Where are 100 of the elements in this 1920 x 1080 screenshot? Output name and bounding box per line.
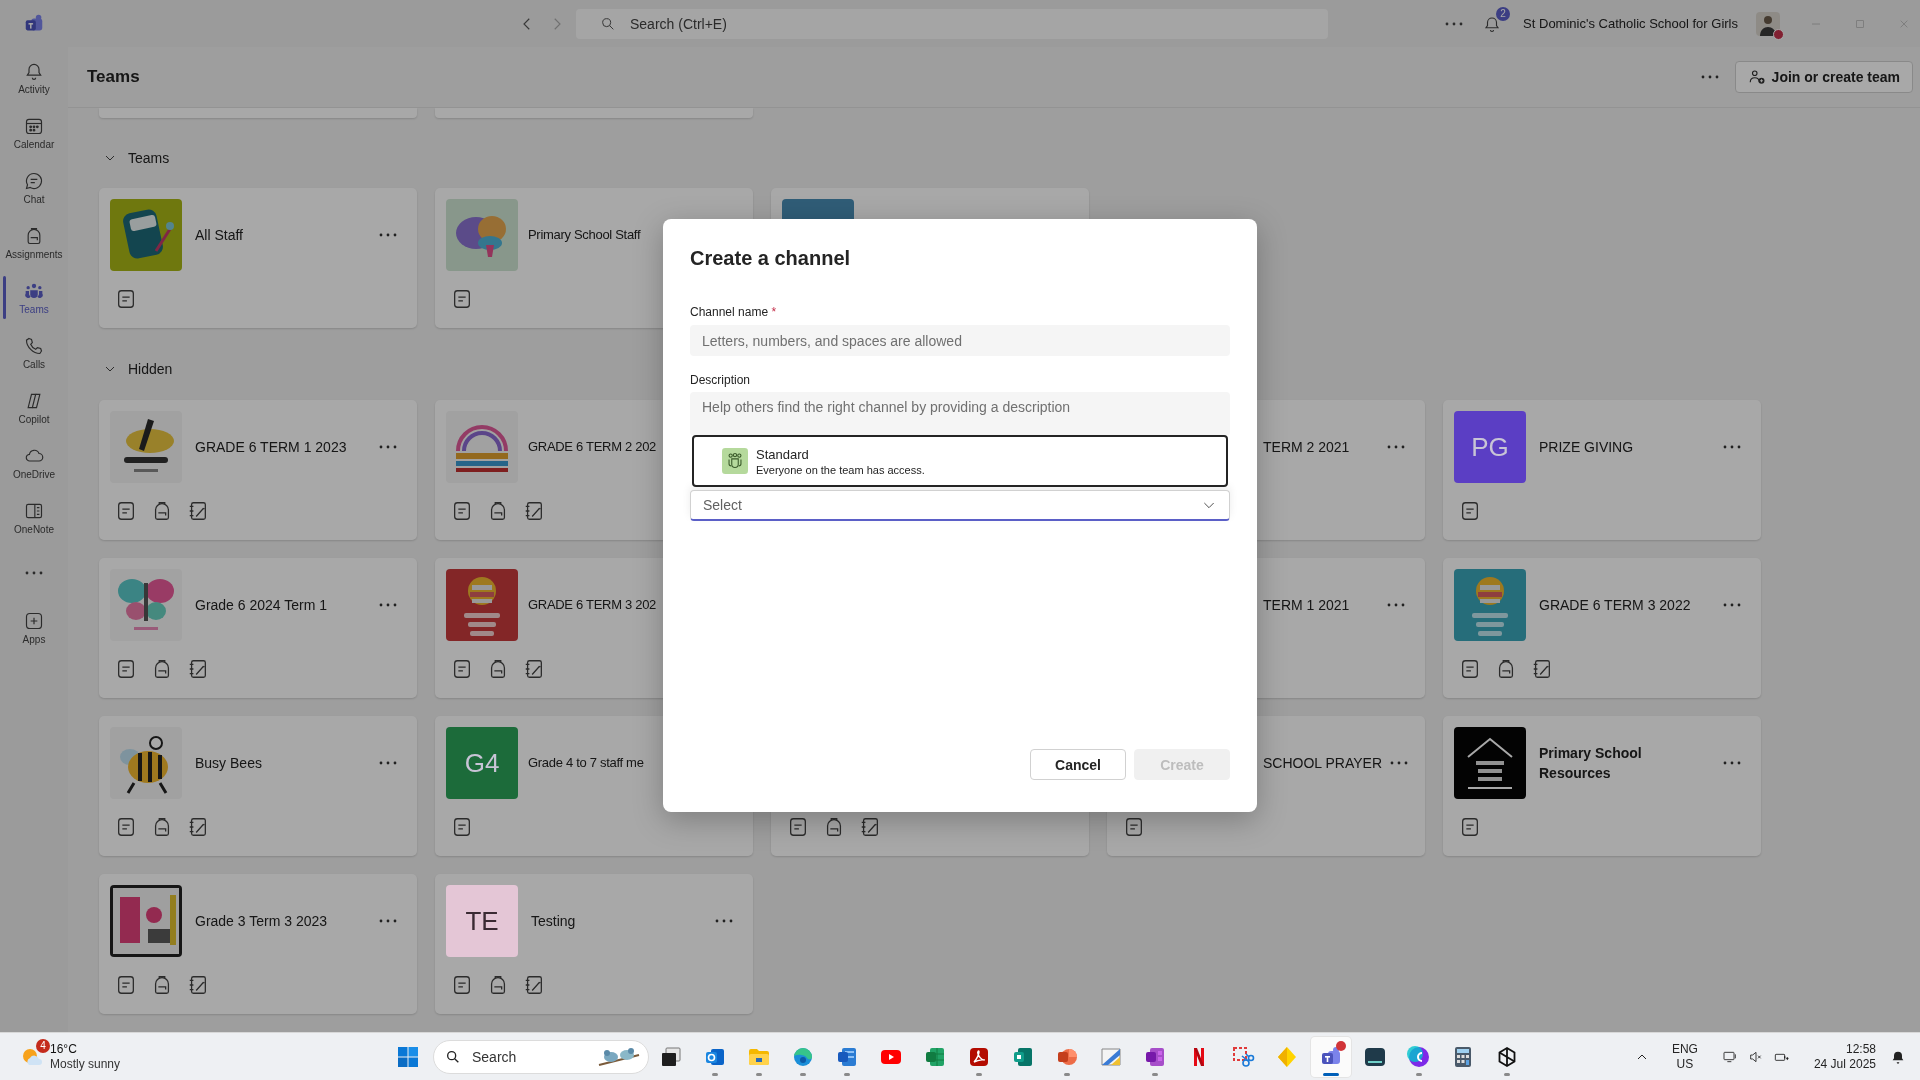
notebook-icon[interactable] (187, 974, 209, 996)
more-options-icon[interactable] (1387, 603, 1405, 607)
posts-icon[interactable] (787, 816, 809, 838)
rail-item[interactable]: Calendar (0, 105, 68, 160)
notebook-icon[interactable] (859, 816, 881, 838)
posts-icon[interactable] (115, 974, 137, 996)
input-region[interactable]: US (1676, 1056, 1694, 1072)
add-app-icon (24, 610, 44, 631)
more-options-icon[interactable] (379, 761, 397, 765)
more-options-icon[interactable] (1723, 445, 1741, 449)
team-card[interactable]: All Staff (99, 188, 417, 328)
taskbar-button[interactable] (1311, 1036, 1351, 1077)
channel-type-option[interactable]: Standard Everyone on the team has access. (692, 435, 1228, 487)
description-field[interactable]: Help others find the right channel by providing a description (690, 392, 1230, 436)
team-name: GRADE 6 TERM 1 2023 (195, 438, 348, 457)
notebook-icon[interactable] (523, 974, 545, 996)
posts-icon[interactable] (1123, 816, 1145, 838)
more-options-icon[interactable] (379, 233, 397, 237)
team-name: GRADE 6 TERM 3 2022 (1539, 596, 1692, 615)
posts-icon[interactable] (451, 974, 473, 996)
weather-condition[interactable]: Mostly sunny (50, 1056, 121, 1072)
notification-badge: 2 (1496, 6, 1511, 21)
more-options-icon[interactable] (1390, 761, 1409, 765)
rail-item[interactable]: Teams (0, 270, 68, 325)
team-name: Busy Bees (195, 754, 263, 773)
more-options-icon[interactable] (1387, 445, 1405, 449)
posts-icon[interactable] (115, 500, 137, 522)
more-icon[interactable] (1700, 75, 1719, 79)
rail-item[interactable]: Apps (0, 600, 68, 655)
rail-item[interactable]: OneNote (0, 490, 68, 545)
team-avatar: G4 (446, 727, 518, 799)
join-or-create-team-button[interactable]: Join or create team (1734, 61, 1913, 93)
add-person-icon (1747, 68, 1766, 86)
team-name: SCHOOL PRAYER (1262, 754, 1383, 773)
taskbar-search-field[interactable]: Search (433, 1039, 649, 1074)
team-card[interactable]: Busy Bees (99, 716, 417, 856)
team-name: Primary School Resources (1539, 744, 1643, 783)
profile-avatar-icon[interactable] (1756, 9, 1780, 38)
posts-icon[interactable] (1459, 816, 1481, 838)
team-name: GRADE 6 TERM 3 202 (528, 596, 657, 614)
team-card[interactable]: Grade 3 Term 3 2023 (99, 874, 417, 1014)
team-name: Grade 6 2024 Term 1 (195, 596, 329, 615)
team-card[interactable]: Primary School Resources (1443, 716, 1761, 856)
rail-item[interactable]: Activity (0, 50, 68, 105)
team-name: PRIZE GIVING (1539, 438, 1635, 457)
team-card[interactable]: TE Testing (435, 874, 753, 1014)
more-icon[interactable] (1445, 21, 1464, 26)
section-header[interactable]: Hidden (99, 349, 179, 389)
notebook-icon[interactable] (187, 500, 209, 522)
posts-icon[interactable] (1459, 500, 1481, 522)
team-name: All Staff (195, 226, 244, 245)
team-avatar: PG (1454, 411, 1526, 483)
temperature[interactable]: 16°C (50, 1041, 121, 1057)
rail-item[interactable]: OneDrive (0, 435, 68, 490)
posts-icon[interactable] (451, 658, 473, 680)
rail-item[interactable]: Copilot (0, 380, 68, 435)
start-icon[interactable] (396, 1044, 420, 1069)
team-name: Grade 3 Term 3 2023 (195, 912, 329, 931)
organization-name[interactable]: St Dominic's Catholic School for Girls (1523, 16, 1738, 31)
notebook-icon[interactable] (1531, 658, 1553, 680)
people-icon (722, 448, 748, 474)
more-options-icon[interactable] (1723, 761, 1741, 765)
clock-date[interactable]: 24 Jul 2025 (1813, 1056, 1876, 1072)
field-label: Description (690, 372, 751, 388)
more-options-icon[interactable] (379, 919, 397, 923)
section-header[interactable]: Teams (99, 138, 176, 178)
team-card[interactable]: PG PRIZE GIVING (1443, 400, 1761, 540)
posts-icon[interactable] (451, 500, 473, 522)
posts-icon[interactable] (115, 816, 137, 838)
team-card[interactable]: Grade 6 2024 Term 1 (99, 558, 417, 698)
more-options-icon[interactable] (379, 603, 397, 607)
team-card[interactable]: GRADE 6 TERM 3 2022 (1443, 558, 1761, 698)
notebook-icon[interactable] (187, 816, 209, 838)
notification-dot (1336, 1040, 1346, 1051)
notebook-icon[interactable] (187, 658, 209, 680)
rail-item[interactable]: Calls (0, 325, 68, 380)
channel-type-select[interactable]: Select (690, 490, 1230, 521)
more-options-icon[interactable] (715, 919, 733, 923)
task-view-icon (659, 1044, 683, 1069)
rail-item[interactable]: Chat (0, 160, 68, 215)
more-options-icon[interactable] (379, 445, 397, 449)
team-name: TERM 2 2021 (1262, 438, 1351, 457)
more-options-icon[interactable] (1723, 603, 1741, 607)
team-card[interactable]: GRADE 6 TERM 1 2023 (99, 400, 417, 540)
posts-icon[interactable] (115, 288, 137, 310)
rail-item[interactable]: Assignments (0, 215, 68, 270)
posts-icon[interactable] (1459, 658, 1481, 680)
posts-icon[interactable] (451, 288, 473, 310)
posts-icon[interactable] (451, 816, 473, 838)
posts-icon[interactable] (115, 658, 137, 680)
search-field[interactable]: Search (Ctrl+E) (576, 8, 1328, 39)
notebook-icon[interactable] (523, 658, 545, 680)
design-app-icon (1407, 1044, 1431, 1069)
team-name: GRADE 6 TERM 2 202 (528, 438, 657, 456)
channel-name-field[interactable]: Letters, numbers, and spaces are allowed (690, 325, 1230, 356)
input-language[interactable]: ENG (1671, 1041, 1698, 1057)
search-icon (600, 15, 616, 32)
notebook-icon[interactable] (523, 500, 545, 522)
clock-time[interactable]: 12:58 (1845, 1041, 1876, 1057)
cancel-button[interactable]: Cancel (1030, 749, 1126, 780)
